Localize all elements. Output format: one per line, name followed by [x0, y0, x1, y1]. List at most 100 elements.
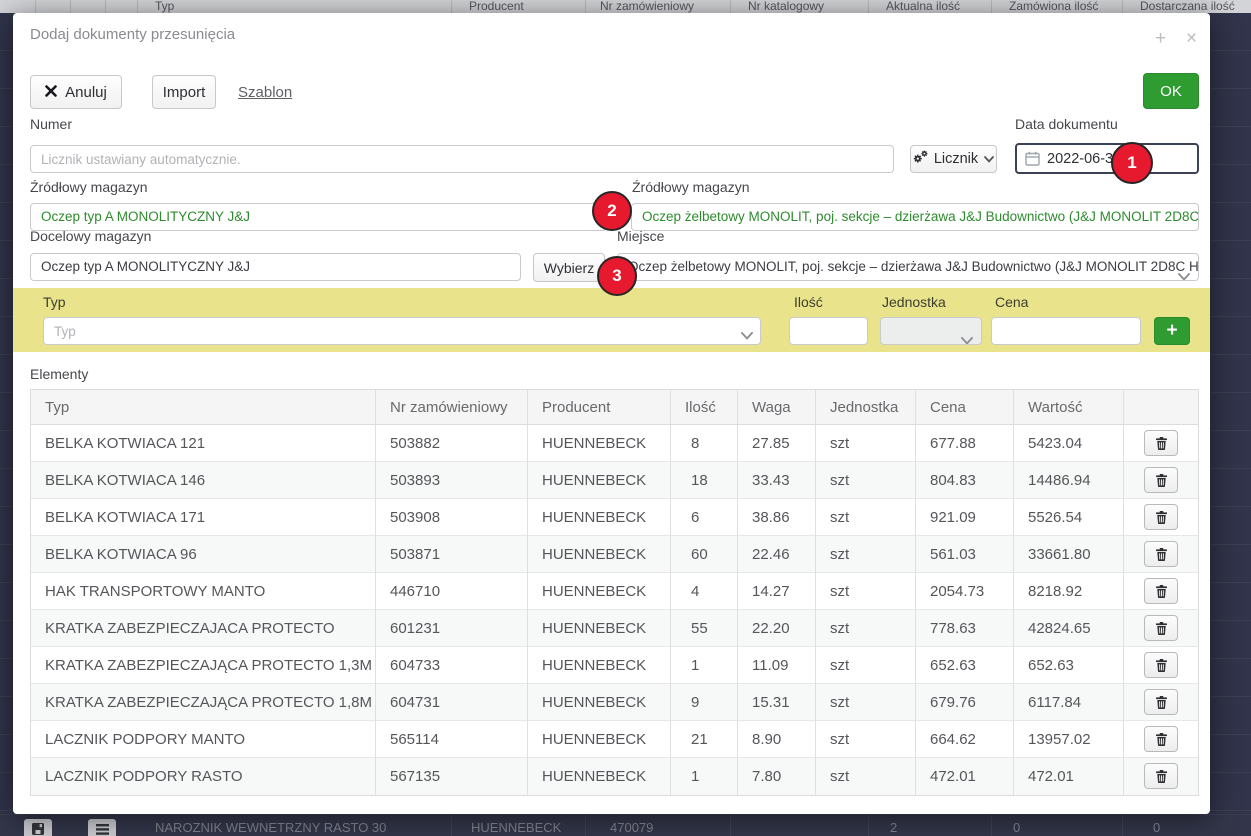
table-cell: 652.63 [916, 647, 1014, 684]
table-cell: HUENNEBECK [528, 684, 671, 721]
table-cell: 778.63 [916, 610, 1014, 647]
trash-icon [1156, 770, 1167, 783]
table-cell: 664.62 [916, 721, 1014, 758]
column-header: Cena [916, 390, 1014, 425]
list-icon-button[interactable] [88, 819, 116, 836]
calendar-icon [1017, 151, 1047, 166]
add-quantity-input[interactable] [789, 317, 868, 345]
table-cell: szt [816, 610, 916, 647]
trash-icon [1156, 548, 1167, 561]
elements-table-body: BELKA KOTWIACA 121503882HUENNEBECK827.85… [31, 425, 1198, 795]
x-icon [45, 84, 57, 101]
background-column-header: Producent [469, 0, 524, 13]
column-separator [868, 0, 869, 13]
elements-table-header: TypNr zamówieniowyProducentIlośćWagaJedn… [31, 390, 1198, 425]
table-cell: 14486.94 [1014, 462, 1124, 499]
add-quantity-label: Ilość [794, 294, 823, 310]
table-cell: szt [816, 425, 916, 462]
cogs-icon [913, 150, 928, 168]
add-unit-select[interactable] [880, 317, 982, 345]
source-warehouse-right-field[interactable]: Oczep żelbetowy MONOLIT, poj. sekcje – d… [631, 203, 1199, 231]
trash-icon [1156, 733, 1167, 746]
table-cell: 13957.02 [1014, 721, 1124, 758]
column-separator [585, 0, 586, 13]
document-date-input[interactable]: 2022-06-30 [1015, 143, 1199, 174]
table-row: BELKA KOTWIACA 121503882HUENNEBECK827.85… [31, 425, 1198, 462]
background-row-cell: NAROZNIK WEWNETRZNY RASTO 30 [155, 820, 386, 835]
column-separator [451, 815, 452, 836]
save-icon-button[interactable] [24, 819, 52, 836]
table-cell: 561.03 [916, 536, 1014, 573]
source-warehouse-left-field[interactable]: Oczep typ A MONOLITYCZNY J&J [30, 203, 607, 231]
table-cell: 8 [671, 425, 738, 462]
table-cell: 2054.73 [916, 573, 1014, 610]
background-row-cell: 2 [890, 820, 897, 835]
numer-label: Numer [30, 116, 72, 132]
target-warehouse-value: Oczep typ A MONOLITYCZNY J&J [41, 259, 250, 274]
choose-button-label: Wybierz [544, 260, 594, 276]
screen: TypProducentNr zamówieniowyNr katalogowy… [0, 0, 1251, 836]
column-header: Producent [528, 390, 671, 425]
save-icon [31, 822, 45, 836]
delete-row-button[interactable] [1144, 689, 1178, 715]
table-cell: HUENNEBECK [528, 499, 671, 536]
table-cell: HUENNEBECK [528, 758, 671, 795]
licznik-button[interactable]: Licznik [910, 145, 997, 173]
background-table-bottom-row: NAROZNIK WEWNETRZNY RASTO 30HUENNEBECK47… [0, 814, 1251, 836]
table-cell: 472.01 [916, 758, 1014, 795]
delete-row-button[interactable] [1144, 615, 1178, 641]
delete-row-button[interactable] [1144, 652, 1178, 678]
add-typ-input[interactable] [43, 317, 761, 345]
table-actions-cell [1124, 499, 1198, 536]
table-actions-cell [1124, 610, 1198, 647]
table-cell: 42824.65 [1014, 610, 1124, 647]
column-separator [868, 815, 869, 836]
background-row-cell: 0 [1013, 820, 1020, 835]
column-header [1124, 390, 1198, 425]
table-cell: HUENNEBECK [528, 721, 671, 758]
trash-icon [1156, 511, 1167, 524]
add-item-button[interactable]: + [1154, 317, 1190, 345]
delete-row-button[interactable] [1144, 578, 1178, 604]
close-icon[interactable]: × [1186, 29, 1197, 48]
delete-row-button[interactable] [1144, 726, 1178, 752]
cancel-button[interactable]: Anuluj [30, 75, 122, 109]
table-cell: 567135 [376, 758, 528, 795]
table-actions-cell [1124, 573, 1198, 610]
delete-row-button[interactable] [1144, 763, 1178, 789]
trash-icon [1156, 659, 1167, 672]
expand-icon[interactable]: + [1155, 29, 1166, 48]
place-select[interactable]: Oczep żelbetowy MONOLIT, poj. sekcje – d… [617, 253, 1199, 281]
choose-button[interactable]: Wybierz [533, 253, 605, 282]
table-cell: 604731 [376, 684, 528, 721]
delete-row-button[interactable] [1144, 430, 1178, 456]
table-cell: 565114 [376, 721, 528, 758]
background-table-header: TypProducentNr zamówieniowyNr katalogowy… [0, 0, 1251, 13]
add-price-input[interactable] [991, 317, 1141, 345]
annotation-badge-2: 2 [592, 191, 632, 231]
numer-input[interactable] [30, 145, 894, 173]
table-cell: 22.20 [738, 610, 816, 647]
table-cell: BELKA KOTWIACA 96 [31, 536, 376, 573]
cancel-button-label: Anuluj [65, 84, 107, 101]
delete-row-button[interactable] [1144, 541, 1178, 567]
table-cell: 503908 [376, 499, 528, 536]
table-cell: 60 [671, 536, 738, 573]
table-cell: 4 [671, 573, 738, 610]
add-price-label: Cena [995, 294, 1028, 310]
import-button[interactable]: Import [152, 75, 216, 109]
target-warehouse-field[interactable]: Oczep typ A MONOLITYCZNY J&J [30, 253, 521, 281]
delete-row-button[interactable] [1144, 504, 1178, 530]
table-cell: 601231 [376, 610, 528, 647]
table-cell: 22.46 [738, 536, 816, 573]
add-typ-combobox[interactable] [43, 317, 761, 345]
template-link[interactable]: Szablon [238, 84, 292, 101]
table-row: HAK TRANSPORTOWY MANTO446710HUENNEBECK41… [31, 573, 1198, 610]
chevron-down-icon [961, 328, 973, 345]
chevron-down-icon [741, 327, 753, 345]
source-warehouse-right-label: Źródłowy magazyn [632, 179, 750, 195]
delete-row-button[interactable] [1144, 467, 1178, 493]
table-cell: KRATKA ZABEZPIECZAJACA PROTECTO [31, 610, 376, 647]
ok-button[interactable]: OK [1143, 73, 1199, 109]
table-cell: szt [816, 647, 916, 684]
